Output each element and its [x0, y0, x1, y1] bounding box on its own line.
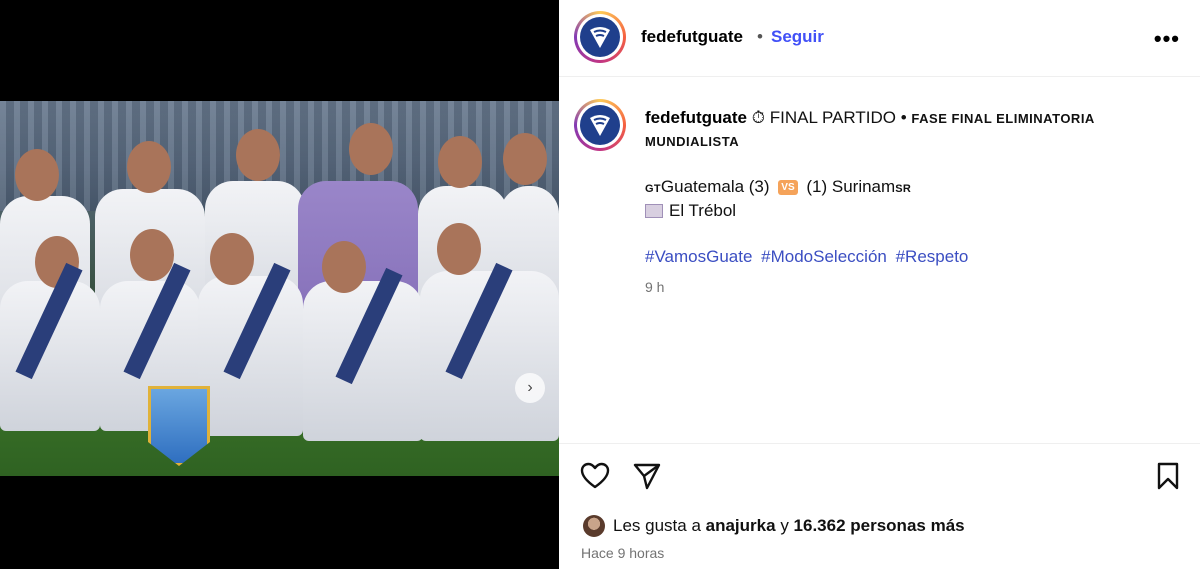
player-head: [15, 149, 59, 201]
player-head: [322, 241, 366, 293]
post-side-panel: fedefutguate • Seguir ••• fedefutguate ⏱…: [559, 0, 1200, 569]
flag-suriname: SR: [895, 183, 912, 195]
hashtag-link[interactable]: #Respeto: [896, 247, 969, 266]
post-photo[interactable]: ›: [0, 101, 559, 476]
caption-bullet: •: [900, 108, 907, 127]
separator-dot: •: [757, 27, 763, 46]
player-head: [236, 129, 280, 181]
flag-guatemala: GT: [645, 183, 661, 195]
account-username[interactable]: fedefutguate: [641, 27, 743, 47]
stopwatch-icon: ⏱: [751, 108, 765, 127]
bookmark-icon[interactable]: [1152, 460, 1184, 492]
likes-summary: Les gusta a anajurka y 16.362 personas m…: [583, 515, 965, 537]
media-panel: ›: [0, 0, 559, 569]
caption-username[interactable]: fedefutguate: [645, 108, 747, 127]
post-age: Hace 9 horas: [581, 545, 665, 561]
likes-count[interactable]: 16.362 personas más: [794, 516, 965, 536]
player-head: [210, 233, 254, 285]
federation-logo-icon: [580, 17, 620, 57]
post-header: fedefutguate • Seguir •••: [559, 0, 1200, 77]
liker-username[interactable]: anajurka: [706, 516, 776, 536]
more-options-icon[interactable]: •••: [1154, 26, 1180, 52]
hashtags: #VamosGuate #ModoSelección #Respeto: [645, 247, 972, 267]
follow-button[interactable]: Seguir: [771, 27, 824, 47]
vs-badge: VS: [778, 180, 798, 195]
caption-text: fedefutguate ⏱ FINAL PARTIDO • FASE FINA…: [645, 107, 1165, 153]
send-icon[interactable]: [631, 460, 663, 492]
stadium-name: El Trébol: [669, 201, 737, 220]
away-team: (1) Surinam: [806, 177, 896, 196]
account-avatar[interactable]: [574, 11, 626, 63]
liker-avatar[interactable]: [583, 515, 605, 537]
player-head: [130, 229, 174, 281]
player-head: [349, 123, 393, 175]
likes-connector: y: [780, 516, 789, 535]
likes-prefix: Les gusta a: [613, 516, 701, 535]
post-caption: fedefutguate ⏱ FINAL PARTIDO • FASE FINA…: [559, 77, 1200, 443]
home-team: Guatemala (3): [660, 177, 770, 196]
heart-icon[interactable]: [579, 460, 611, 492]
stadium-line: El Trébol: [645, 201, 736, 221]
caption-avatar[interactable]: [574, 99, 626, 151]
match-result-line: GTGuatemala (3) VS (1) SurinamSR: [645, 177, 911, 197]
caption-timestamp[interactable]: 9 h: [645, 279, 664, 295]
player-head: [127, 141, 171, 193]
post-actions: Les gusta a anajurka y 16.362 personas m…: [559, 443, 1200, 569]
player-head: [437, 223, 481, 275]
caption-headline: FINAL PARTIDO: [769, 108, 896, 127]
player-head: [438, 136, 482, 188]
logo-emblem: [590, 27, 610, 48]
hashtag-link[interactable]: #VamosGuate: [645, 247, 752, 266]
player-head: [503, 133, 547, 185]
carousel-next-button[interactable]: ›: [515, 373, 545, 403]
hashtag-link[interactable]: #ModoSelección: [761, 247, 887, 266]
stadium-icon: [645, 204, 663, 218]
player: [303, 281, 423, 441]
federation-logo-icon: [580, 105, 620, 145]
logo-emblem: [590, 115, 610, 136]
chevron-right-icon: ›: [527, 379, 533, 396]
